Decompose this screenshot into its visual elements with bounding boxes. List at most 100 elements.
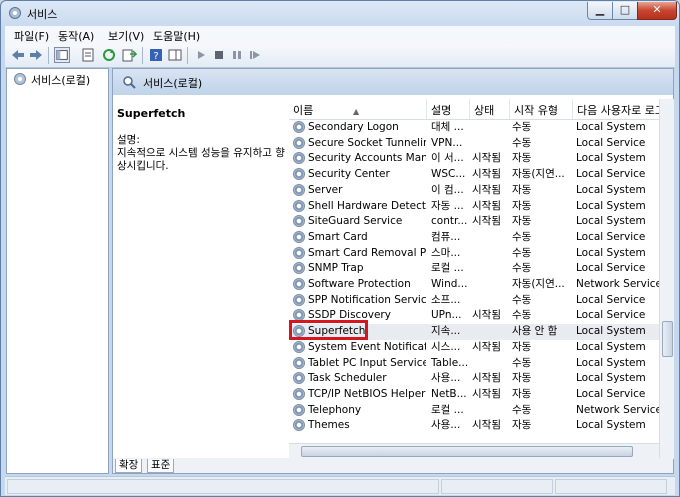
service-row[interactable]: Secure Socket Tunnelin... VPN... 수동 Local S… (289, 136, 673, 152)
services-gear-icon (14, 73, 26, 85)
service-description-cell: WSC... (431, 168, 466, 181)
service-description-cell: 대체 ... (431, 121, 464, 133)
service-row[interactable]: Smart Card 컴퓨... 수동 Local Service (289, 230, 673, 246)
stop-service-icon[interactable] (211, 47, 227, 63)
service-row[interactable]: TCP/IP NetBIOS Helper NetB... 시작됨 자동 Local S… (289, 387, 673, 403)
service-status (472, 230, 510, 245)
horizontal-scroll-thumb[interactable] (301, 446, 633, 457)
service-status (472, 120, 510, 135)
service-gear-icon (293, 419, 305, 432)
svg-text:?: ? (153, 51, 158, 62)
service-startup-type: 수동 (512, 121, 532, 133)
menu-action[interactable]: 동작(A) (58, 28, 94, 44)
service-startup-type: 수동 (512, 309, 532, 322)
export-list-icon[interactable] (121, 47, 137, 63)
column-header-description[interactable]: 설명 (427, 99, 470, 119)
service-description-cell: 자동 ... (431, 199, 464, 212)
service-row[interactable]: Shell Hardware Detection 자동 ... 시작됨 자동 Local… (289, 199, 673, 215)
service-log-on-as: Local Service (576, 168, 646, 181)
column-label: 이름 (293, 104, 314, 117)
service-log-on-as: Local System (576, 152, 646, 165)
service-name: Shell Hardware Detection (308, 199, 426, 212)
service-row[interactable]: SiteGuard Service contr... 시작됨 자동 Local Syst… (289, 214, 673, 230)
service-startup-type: 수동 (512, 230, 532, 243)
toolbar-separator (142, 47, 143, 64)
service-row[interactable]: SNMP Trap 로컬 ... 수동 Local Service (289, 261, 673, 277)
service-startup-type: 자동 (512, 199, 532, 212)
service-gear-icon (293, 246, 305, 259)
service-log-on-as: Local System (576, 199, 646, 212)
tab-standard[interactable]: 표준 (147, 459, 175, 473)
start-service-icon[interactable] (193, 47, 209, 63)
forward-icon[interactable] (28, 47, 44, 63)
menu-bar: 파일(F) 동작(A) 보기(V) 도움말(H) (5, 26, 675, 44)
help-icon[interactable]: ? (148, 47, 164, 63)
restart-service-icon[interactable] (247, 47, 263, 63)
column-header-status[interactable]: 상태 (470, 99, 510, 119)
service-startup-type: 수동 (512, 136, 532, 149)
menu-file[interactable]: 파일(F) (14, 28, 49, 44)
service-status (472, 277, 510, 292)
service-gear-icon (293, 136, 305, 149)
vertical-scrollbar[interactable] (659, 99, 674, 459)
service-row[interactable]: System Event Notificati... 시스... 시작됨 자동 Loca… (289, 340, 673, 356)
service-row[interactable]: Software Protection Wind... 자동(지연... Networ… (289, 277, 673, 293)
column-header-name[interactable]: 이름 ▲ (289, 99, 427, 119)
menu-help[interactable]: 도움말(H) (153, 28, 200, 44)
column-header-log-on-as[interactable]: 다음 사용자로 로그 (573, 99, 673, 119)
service-status (472, 324, 510, 339)
service-log-on-as: Local System (576, 121, 646, 133)
menu-view[interactable]: 보기(V) (108, 28, 144, 44)
properties-icon[interactable] (80, 47, 96, 63)
service-row[interactable]: Telephony 로컬 ... 수동 Network Service (289, 403, 673, 419)
service-status: 시작됨 (472, 183, 501, 196)
close-button[interactable]: ✕ (637, 2, 677, 20)
service-description-cell: 로컬 ... (431, 262, 464, 275)
service-row[interactable]: Security Center WSC... 시작됨 자동(지연... Local Se… (289, 167, 673, 183)
service-log-on-as: Local System (576, 215, 646, 228)
service-status (472, 356, 510, 371)
vertical-scroll-thumb[interactable] (662, 321, 673, 357)
horizontal-scrollbar[interactable] (289, 443, 659, 458)
maximize-button[interactable]: □ (612, 2, 638, 20)
column-header-startup-type[interactable]: 시작 유형 (510, 99, 573, 119)
service-row[interactable]: SPP Notification Service 소프... 수동 Local Ser… (289, 293, 673, 309)
service-row[interactable]: Themes 사용... 시작됨 자동 Local System (289, 418, 673, 434)
service-status (472, 261, 510, 276)
toolbar-separator (187, 47, 188, 64)
status-segment (441, 479, 553, 494)
view-tabs: 확장 표준 (113, 458, 673, 473)
back-icon[interactable] (10, 47, 26, 63)
service-row[interactable]: Server 이 컴... 시작됨 자동 Local System (289, 183, 673, 199)
service-description-cell: contr... (431, 215, 468, 228)
status-segment (7, 479, 439, 494)
service-row[interactable]: Secondary Logon 대체 ... 수동 Local System (289, 120, 673, 136)
service-row[interactable]: Tablet PC Input Service Table... 수동 Local S… (289, 356, 673, 372)
refresh-icon[interactable] (101, 47, 117, 63)
service-row[interactable]: Task Scheduler 사용... 시작됨 자동 Local System (289, 371, 673, 387)
console-tree-icon[interactable] (54, 47, 70, 63)
pause-service-icon[interactable] (229, 47, 245, 63)
service-log-on-as: Network Service (576, 278, 662, 290)
title-bar[interactable]: 서비스 ▁ □ ✕ (1, 1, 679, 25)
pane-header-title: 서비스(로컬) (143, 77, 203, 90)
service-log-on-as: Local Service (576, 309, 646, 322)
toolbar-separator (48, 47, 49, 64)
show-hide-pane-icon[interactable] (167, 47, 183, 63)
tab-extended[interactable]: 확장 (115, 459, 143, 473)
service-name: TCP/IP NetBIOS Helper (308, 387, 426, 400)
service-description-cell: VPN... (431, 136, 463, 149)
column-label: 상태 (474, 104, 495, 117)
service-name: Smart Card (308, 230, 368, 243)
extended-detail: Superfetch 설명: 지속적으로 시스템 성능을 유지하고 향상시킵니다… (117, 107, 287, 173)
service-row[interactable]: Security Accounts Mana... 이 서... 시작됨 자동 Loca… (289, 151, 673, 167)
services-app-icon (9, 7, 21, 19)
minimize-button[interactable]: ▁ (587, 2, 613, 20)
service-status: 시작됨 (472, 152, 501, 165)
service-row[interactable]: Smart Card Removal Po... 스마... 수동 Local Sys… (289, 246, 673, 262)
service-log-on-as: Local System (576, 356, 646, 369)
selected-service-name: Superfetch (117, 107, 186, 120)
service-description-cell: 사용... (431, 372, 461, 385)
service-description-cell: 소프... (431, 293, 461, 306)
service-status: 시작됨 (472, 199, 501, 212)
